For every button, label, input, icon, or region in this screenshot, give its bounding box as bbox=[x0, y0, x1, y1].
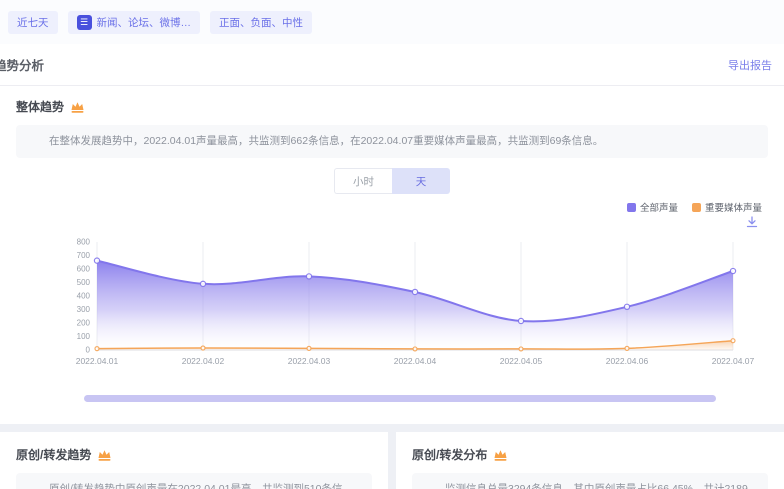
bottom-cards-row: 原创/转发趋势 原创/转发趋势中原创声量在2022.04.01最高，共监测到51… bbox=[0, 432, 784, 489]
trend-analysis-panel: 趋势分析 导出报告 整体趋势 在整体发展趋势中，2022.04.01声量最高，共… bbox=[0, 44, 784, 424]
svg-text:2022.04.04: 2022.04.04 bbox=[394, 356, 437, 366]
time-range-label: 近七天 bbox=[17, 15, 49, 30]
svg-text:700: 700 bbox=[77, 251, 91, 260]
svg-text:200: 200 bbox=[77, 319, 91, 328]
chart-legend: 全部声量 重要媒体声量 bbox=[16, 200, 768, 214]
original-repost-distribution-card: 原创/转发分布 监测信息总量3294条信息，其中原创声量占比66.45%，共计2… bbox=[396, 432, 784, 489]
svg-text:2022.04.01: 2022.04.01 bbox=[76, 356, 119, 366]
legend-item-media-volume[interactable]: 重要媒体声量 bbox=[692, 200, 762, 214]
svg-text:300: 300 bbox=[77, 305, 91, 314]
trend-rank-icon bbox=[70, 100, 85, 114]
svg-text:500: 500 bbox=[77, 278, 91, 287]
svg-text:800: 800 bbox=[77, 238, 91, 247]
page-title: 趋势分析 bbox=[0, 55, 44, 74]
panel-header: 趋势分析 导出报告 bbox=[0, 44, 784, 86]
original-repost-distribution-title: 原创/转发分布 bbox=[412, 446, 487, 463]
source-chip-icon: ☰ bbox=[77, 15, 92, 30]
svg-text:2022.04.07: 2022.04.07 bbox=[712, 356, 755, 366]
original-repost-distribution-summary: 监测信息总量3294条信息，其中原创声量占比66.45%，共计2189条信息；转… bbox=[424, 481, 756, 489]
legend-swatch-orange bbox=[692, 203, 701, 212]
overall-trend-summary-box: 在整体发展趋势中，2022.04.01声量最高，共监测到662条信息，在2022… bbox=[16, 125, 768, 158]
svg-text:2022.04.02: 2022.04.02 bbox=[182, 356, 225, 366]
sentiment-filter-chip[interactable]: 正面、负面、中性 bbox=[210, 11, 312, 34]
original-repost-trend-summary-box: 原创/转发趋势中原创声量在2022.04.01最高，共监测到510条信息；转发声… bbox=[16, 473, 372, 489]
download-chart-icon[interactable] bbox=[746, 216, 758, 228]
trend-chart-svg: 0 100 200 300 400 500 600 700 800 2022.04.01 2022.… bbox=[16, 230, 768, 380]
overall-trend-card: 整体趋势 在整体发展趋势中，2022.04.01声量最高，共监测到662条信息，… bbox=[0, 86, 784, 424]
svg-text:400: 400 bbox=[77, 292, 91, 301]
svg-text:100: 100 bbox=[77, 332, 91, 341]
export-report-link[interactable]: 导出报告 bbox=[728, 57, 772, 73]
svg-text:2022.04.06: 2022.04.06 bbox=[606, 356, 649, 366]
trend-area-chart[interactable]: 0 100 200 300 400 500 600 700 800 2022.04.01 2022.… bbox=[16, 230, 768, 383]
overall-trend-title: 整体趋势 bbox=[16, 98, 64, 115]
sentiment-filter-label: 正面、负面、中性 bbox=[219, 15, 303, 30]
time-range-chip[interactable]: 近七天 bbox=[8, 11, 58, 34]
overall-trend-summary: 在整体发展趋势中，2022.04.01声量最高，共监测到662条信息，在2022… bbox=[28, 133, 756, 150]
original-repost-trend-title: 原创/转发趋势 bbox=[16, 446, 91, 463]
legend-label-total: 全部声量 bbox=[640, 200, 678, 214]
svg-text:2022.04.05: 2022.04.05 bbox=[500, 356, 543, 366]
original-repost-distribution-summary-box: 监测信息总量3294条信息，其中原创声量占比66.45%，共计2189条信息；转… bbox=[412, 473, 768, 489]
legend-swatch-purple bbox=[627, 203, 636, 212]
chart-datazoom-slider[interactable] bbox=[84, 395, 716, 402]
legend-item-total-volume[interactable]: 全部声量 bbox=[627, 200, 678, 214]
filter-bar: 近七天 ☰ 新闻、论坛、微博… 正面、负面、中性 bbox=[0, 0, 784, 44]
source-filter-chip[interactable]: ☰ 新闻、论坛、微博… bbox=[68, 11, 201, 34]
svg-text:0: 0 bbox=[86, 346, 91, 355]
original-repost-trend-summary: 原创/转发趋势中原创声量在2022.04.01最高，共监测到510条信息；转发声… bbox=[28, 481, 360, 489]
granularity-tabs: 小时 天 bbox=[16, 168, 768, 194]
svg-text:600: 600 bbox=[77, 265, 91, 274]
legend-label-media: 重要媒体声量 bbox=[705, 200, 762, 214]
tab-hour[interactable]: 小时 bbox=[334, 168, 392, 194]
trend-rank-icon bbox=[97, 448, 112, 462]
trend-rank-icon bbox=[493, 448, 508, 462]
svg-text:2022.04.03: 2022.04.03 bbox=[288, 356, 331, 366]
source-filter-label: 新闻、论坛、微博… bbox=[97, 15, 192, 30]
tab-day[interactable]: 天 bbox=[392, 168, 450, 194]
original-repost-trend-card: 原创/转发趋势 原创/转发趋势中原创声量在2022.04.01最高，共监测到51… bbox=[0, 432, 388, 489]
